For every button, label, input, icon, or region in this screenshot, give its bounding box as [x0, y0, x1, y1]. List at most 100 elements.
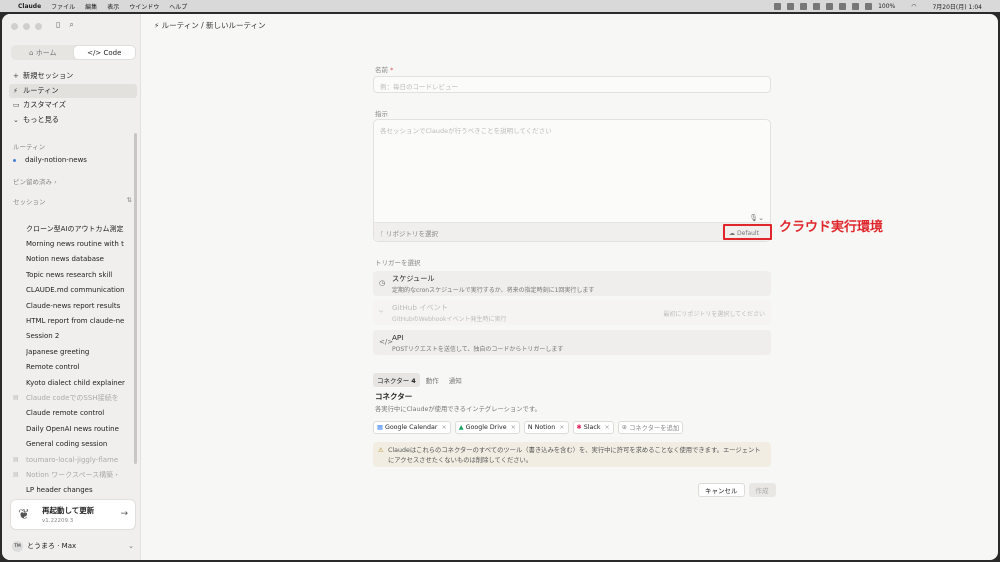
pinned-header[interactable]: ピン留め済み ›	[13, 176, 57, 186]
tab-code-label: Code	[103, 48, 122, 57]
session-item[interactable]: Claude-news report results	[26, 298, 130, 313]
tab-code[interactable]: </> Code	[73, 46, 135, 59]
session-item[interactable]: Session 2	[26, 329, 130, 344]
chip-google-calendar[interactable]: ▦ Google Calendar ×	[373, 421, 451, 434]
session-item[interactable]: ▤ Claude codeでのSSH接続を	[13, 390, 130, 405]
status-icon[interactable]	[774, 2, 782, 10]
status-icon[interactable]	[839, 2, 847, 10]
session-item[interactable]: Japanese greeting	[26, 344, 130, 359]
nav-label: ルーティン	[23, 85, 59, 95]
close-window-button[interactable]	[11, 23, 18, 30]
connectors-desc: 各実行中にClaudeが使用できるインテグレーションです。	[375, 406, 541, 413]
session-item[interactable]: Claude remote control	[26, 406, 130, 421]
menu-help[interactable]: ヘルプ	[169, 2, 187, 11]
session-label: Kyoto dialect child explainer	[26, 378, 125, 387]
datetime[interactable]: 7月20日(月) 1:04	[932, 2, 982, 11]
session-item[interactable]: General coding session	[26, 436, 130, 451]
status-icon[interactable]	[800, 2, 808, 10]
session-item[interactable]: Daily OpenAI news routine	[26, 421, 130, 436]
annotation-label: クラウド実行環境	[779, 220, 884, 235]
wifi-icon[interactable]: ◠	[911, 3, 916, 10]
session-item[interactable]: Topic news research skill	[26, 267, 130, 282]
filter-icon[interactable]: ⇅	[127, 196, 132, 204]
archive-icon: ▤	[13, 394, 19, 402]
zoom-window-button[interactable]	[35, 23, 42, 30]
routine-item[interactable]: daily-notion-news	[13, 156, 87, 164]
create-button[interactable]: 作成	[748, 483, 776, 497]
session-label: General coding session	[26, 440, 108, 449]
menu-view[interactable]: 表示	[107, 2, 119, 11]
minimize-window-button[interactable]	[23, 23, 30, 30]
connector-count-badge: 4	[411, 377, 416, 385]
session-label: Japanese greeting	[26, 347, 90, 356]
user-menu[interactable]: TM とうまろ · Max ⌄	[12, 539, 134, 553]
session-label: Notion ワークスペース構築・	[26, 470, 121, 479]
sidebar-toggle-icon[interactable]: ▯	[56, 20, 60, 30]
session-list: クローン型AIのアウトカム測定 Morning news routine with…	[13, 221, 130, 513]
status-icon[interactable]	[826, 2, 834, 10]
trigger-github: ⑂ GitHub イベント GitHubのWebhookイベント発生時に実行 最…	[373, 300, 771, 325]
session-item[interactable]: Kyoto dialect child explainer	[26, 375, 130, 390]
menu-edit[interactable]: 編集	[85, 2, 97, 11]
repo-select[interactable]: ᚴ リポジトリを選択	[380, 228, 438, 238]
nav-customize[interactable]: ▭ カスタマイズ	[9, 98, 137, 113]
name-input[interactable]: 例：毎日のコードレビュー	[373, 76, 771, 93]
session-item[interactable]: ▤ Notion ワークスペース構築・	[13, 467, 130, 482]
nav-new-session[interactable]: + 新規セッション	[9, 69, 137, 84]
leaf-icon: ❦	[18, 507, 30, 523]
session-label: Claude codeでのSSH接続を	[26, 393, 119, 402]
drive-icon: ▲	[458, 424, 464, 431]
session-item[interactable]: クローン型AIのアウトカム測定	[26, 221, 130, 236]
routines-header: ルーティン	[13, 143, 46, 151]
nav-more[interactable]: ⌄ もっと見る	[9, 113, 137, 128]
menu-window[interactable]: ウインドウ	[129, 2, 159, 11]
trigger-hint: 最初にリポジトリを選択してください	[663, 311, 765, 318]
chip-slack[interactable]: ✱ Slack ×	[572, 421, 614, 434]
session-label: Topic news research skill	[26, 270, 113, 279]
close-icon[interactable]: ×	[559, 424, 564, 431]
sidebar-scrollbar[interactable]	[134, 133, 137, 464]
session-item[interactable]: HTML report from claude-ne	[26, 313, 130, 328]
status-icon[interactable]	[852, 2, 860, 10]
status-icon[interactable]	[865, 2, 873, 10]
tab-actions[interactable]: 動作	[422, 373, 443, 387]
chevron-right-icon: ›	[52, 178, 57, 186]
nav-routines[interactable]: ⚡ ルーティン	[9, 83, 137, 98]
cancel-button[interactable]: キャンセル	[698, 483, 745, 497]
trigger-title: API	[392, 333, 404, 342]
menu-file[interactable]: ファイル	[51, 2, 75, 11]
status-icon[interactable]	[813, 2, 821, 10]
session-item[interactable]: Morning news routine with t	[26, 236, 130, 251]
session-item[interactable]: CLAUDE.md communication	[26, 283, 130, 298]
update-card[interactable]: ❦ 再起動して更新 v1.22209.3 →	[10, 499, 136, 530]
repo-select-label: リポジトリを選択	[385, 230, 438, 238]
session-item[interactable]: Notion news database	[26, 252, 130, 267]
session-label: CLAUDE.md communication	[26, 286, 125, 295]
trigger-api[interactable]: </> API POSTリクエストを送信して、独自のコードからトリガーします	[373, 330, 771, 355]
connectors-title: コネクター	[375, 392, 413, 401]
instructions-textarea[interactable]: 各セッションでClaudeが行うべきことを説明してください 🎙⌄ ᚴ リポジトリ…	[373, 119, 771, 242]
menu-app[interactable]: Claude	[18, 3, 41, 10]
trigger-schedule[interactable]: ◷ スケジュール 定期的なcronスケジュールで実行するか、将来の指定時刻に1回…	[373, 271, 771, 296]
tab-home[interactable]: ⌂ ホーム	[12, 46, 74, 59]
tab-connectors[interactable]: コネクター 4	[373, 373, 420, 387]
code-icon: </>	[87, 48, 104, 57]
microphone-icon[interactable]: 🎙⌄	[749, 214, 764, 222]
chip-notion[interactable]: N Notion ×	[523, 421, 569, 434]
notion-icon: N	[527, 424, 533, 431]
search-icon[interactable]: ⌕	[69, 20, 73, 30]
textarea-footer: ᚴ リポジトリを選択 ☁ Default	[374, 222, 770, 241]
chip-google-drive[interactable]: ▲ Google Drive ×	[454, 421, 520, 434]
add-connector-button[interactable]: ⊕ コネクターを追加	[617, 421, 684, 434]
close-icon[interactable]: ×	[511, 424, 516, 431]
status-icon[interactable]	[787, 2, 795, 10]
app-window: ▯ ⌕ ⌂ ホーム </> Code + 新規セッション ⚡ ルーティン ▭ カスタマ…	[2, 14, 998, 560]
add-connector-label: コネクターを追加	[629, 425, 680, 432]
window-controls	[11, 23, 42, 30]
session-item[interactable]: LP header changes	[26, 483, 130, 498]
tab-notifications[interactable]: 通知	[445, 373, 466, 387]
close-icon[interactable]: ×	[441, 424, 446, 431]
session-item[interactable]: Remote control	[26, 360, 130, 375]
session-item[interactable]: ▤ toumaro-local-jiggly-flame	[13, 452, 130, 467]
close-icon[interactable]: ×	[605, 424, 610, 431]
